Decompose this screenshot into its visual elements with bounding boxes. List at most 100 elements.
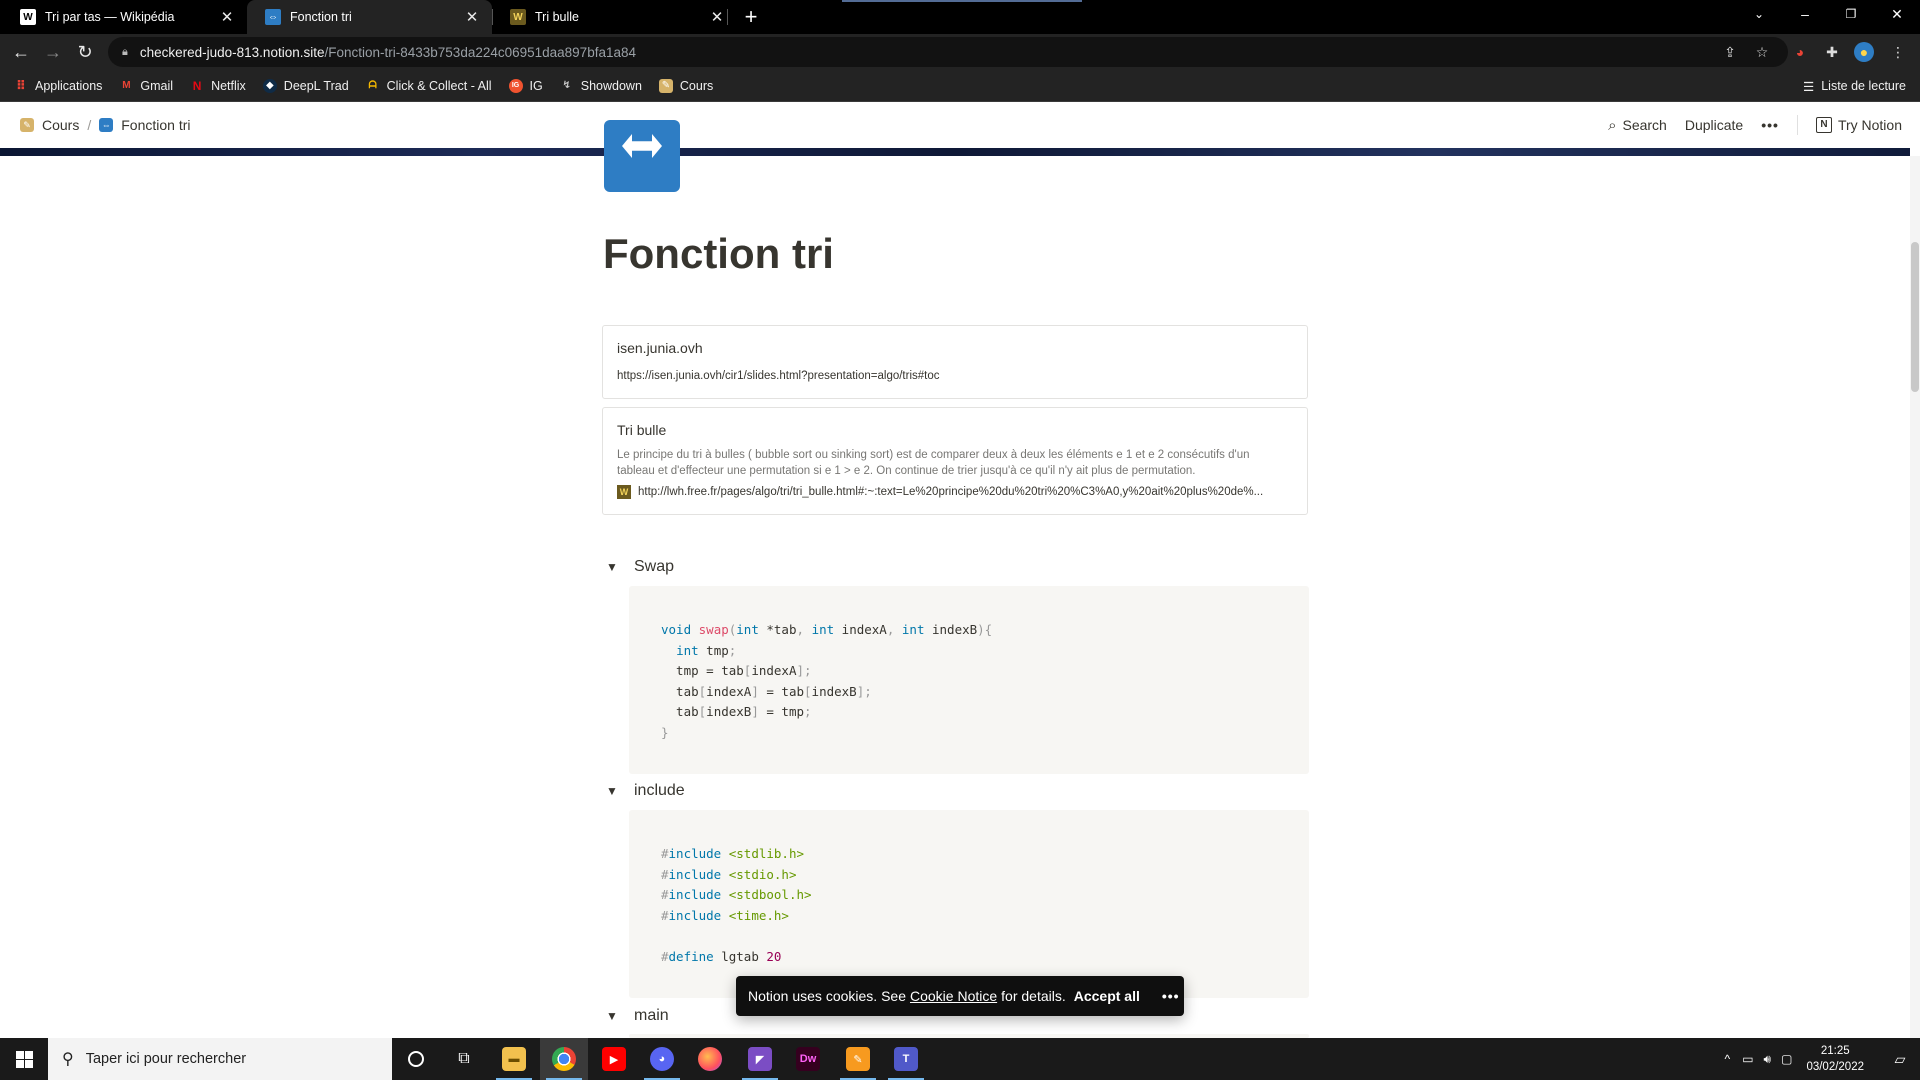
taskbar-youtube[interactable]: ▶ [590,1038,638,1080]
show-hidden-icons-icon[interactable]: ^ [1725,1052,1731,1066]
restore-button[interactable]: ❐ [1828,0,1874,30]
toggle-swap[interactable]: ▼ Swap [606,558,674,576]
reading-list-button[interactable]: ☰ Liste de lecture [1803,70,1906,102]
cookie-more-button[interactable]: ••• [1162,988,1180,1004]
bookmark-title: Tri bulle [617,422,667,438]
bookmark-title: isen.junia.ovh [617,340,703,356]
tab-title: Tri par tas — Wikipédia [45,10,175,24]
toggle-main[interactable]: ▼ main [606,1007,669,1025]
bookmark-star-icon[interactable]: ☆ [1752,42,1772,62]
share-icon[interactable]: ⇪ [1720,42,1740,62]
lock-icon: 🔒︎ [122,45,128,58]
bookmark-card-tri-bulle[interactable]: Tri bulle Le principe du tri à bulles ( … [602,407,1308,515]
extensions-puzzle-icon[interactable]: ✚ [1822,42,1842,62]
bookmark-netflix[interactable]: N Netflix [190,79,246,93]
extension-color-icon[interactable]: ◕ [1790,42,1810,62]
start-button[interactable] [0,1038,48,1080]
notion-logo-icon: N [1815,117,1832,133]
tab-tri-par-tas[interactable]: W Tri par tas — Wikipédia ✕ [2,0,247,34]
network-icon[interactable]: ▢ [1781,1052,1792,1066]
bookmark-applications[interactable]: ⠿ Applications [14,78,102,93]
task-view-button[interactable]: ⧉ [440,1038,488,1080]
bookmark-ig[interactable]: IG IG [508,78,543,93]
breadcrumb-label: Cours [42,117,80,133]
taskbar-visual-studio[interactable]: ◤ [736,1038,784,1080]
page-scrollbar[interactable] [1910,156,1920,1038]
bookmark-url: https://isen.junia.ovh/cir1/slides.html?… [617,370,940,382]
toggle-label: Swap [634,558,675,575]
try-notion-label: Try Notion [1837,117,1902,133]
bookmark-label: IG [529,78,543,93]
reload-icon[interactable]: ↻ [72,39,98,65]
taskbar-dreamweaver[interactable]: Dw [784,1038,832,1080]
deepl-icon: ◆ [262,78,277,93]
cortana-icon [408,1051,424,1067]
toggle-triangle-icon[interactable]: ▼ [606,1009,622,1023]
notifications-icon[interactable]: ▱ [1880,1051,1920,1068]
forward-icon[interactable]: → [40,39,66,65]
taskbar-file-explorer[interactable]: ▬ [490,1038,538,1080]
taskbar-chrome[interactable] [540,1038,588,1080]
url-path: /Fonction-tri-8433b753da224c06951daa897b… [324,44,636,60]
close-window-button[interactable]: ✕ [1874,0,1920,30]
taskbar-app-orange[interactable]: ✎ [834,1038,882,1080]
orange-app-icon: ✎ [846,1047,870,1071]
page-cover-image [0,148,1910,156]
tab-tri-bulle[interactable]: W Tri bulle ✕ [492,0,737,34]
site-favicon-icon: W [510,9,526,25]
bookmark-cours[interactable]: ✎ Cours [658,78,713,93]
loading-indicator [842,0,1082,2]
clock-date: 03/02/2022 [1806,1061,1864,1073]
new-tab-button[interactable]: + [738,4,764,30]
scrollbar-thumb[interactable] [1911,242,1919,392]
taskbar-discord[interactable]: ◕ [638,1038,686,1080]
close-tab-icon[interactable]: ✕ [219,8,235,26]
taskbar-search-box[interactable]: ⚲ Taper ici pour rechercher [48,1038,392,1080]
taskbar-teams[interactable]: T [882,1038,930,1080]
teams-icon: T [894,1047,918,1071]
search-button[interactable]: ⌕ Search [1608,117,1667,134]
duplicate-button[interactable]: Duplicate [1685,117,1743,133]
system-tray: ^ ▭ 🔊︎ ▢ 21:25 03/02/2022 ▱ [1725,1038,1920,1080]
page-title: Fonction tri [603,230,834,277]
cookie-text: for details. [1001,988,1066,1004]
close-tab-icon[interactable]: ✕ [464,8,480,26]
firefox-icon [698,1047,722,1071]
click-collect-icon: ᗩ [368,80,377,91]
bookmark-label: Click & Collect - All [386,78,492,93]
bookmark-click-collect[interactable]: ᗩ Click & Collect - All [366,79,492,93]
profile-avatar[interactable]: ● [1854,42,1874,62]
bookmark-deepl[interactable]: ◆ DeepL Trad [262,78,349,93]
toggle-triangle-icon[interactable]: ▼ [606,560,622,574]
bookmark-card-isen[interactable]: isen.junia.ovh https://isen.junia.ovh/ci… [602,325,1308,399]
toggle-include[interactable]: ▼ include [606,782,685,800]
tab-search-icon[interactable]: ⌄ [1736,0,1782,30]
browser-menu-icon[interactable]: ⋮ [1888,42,1908,62]
try-notion-button[interactable]: N Try Notion [1815,117,1902,133]
browser-toolbar: ← → ↻ 🔒︎ checkered-judo-813.notion.site /… [0,34,1920,70]
bookmark-showdown[interactable]: ↯ Showdown [560,79,642,93]
bookmark-gmail[interactable]: M Gmail [119,79,173,93]
volume-icon[interactable]: 🔊︎ [1764,1052,1772,1067]
battery-icon[interactable]: ▭ [1742,1052,1753,1066]
chrome-icon [552,1047,576,1071]
bookmark-label: Gmail [140,78,174,93]
close-tab-icon[interactable]: ✕ [709,8,725,26]
back-icon[interactable]: ← [8,39,34,65]
clock[interactable]: 21:25 03/02/2022 [1806,1043,1864,1075]
taskbar-firefox[interactable] [686,1038,734,1080]
code-block-include[interactable]: #include <stdlib.h> #include <stdio.h> #… [629,810,1309,998]
cookie-notice-link[interactable]: Cookie Notice [910,988,997,1004]
tab-fonction-tri[interactable]: ⇔ Fonction tri ✕ [247,0,492,34]
breadcrumb-fonction-tri[interactable]: ⇔ Fonction tri [99,117,191,133]
accept-all-button[interactable]: Accept all [1074,988,1140,1004]
address-bar[interactable]: 🔒︎ checkered-judo-813.notion.site/Foncti… [108,37,1788,67]
toggle-triangle-icon[interactable]: ▼ [606,784,622,798]
minimize-button[interactable]: – [1782,0,1828,30]
more-options-button[interactable]: ••• [1761,117,1779,133]
topbar-actions: ⌕ Search Duplicate ••• N Try Notion [1608,102,1902,148]
cortana-button[interactable] [392,1038,440,1080]
notion-page-icon: ⇔ [265,9,281,25]
breadcrumb-cours[interactable]: ✎ Cours [20,117,79,133]
code-block-swap[interactable]: void swap(int *tab, int indexA, int inde… [629,586,1309,774]
